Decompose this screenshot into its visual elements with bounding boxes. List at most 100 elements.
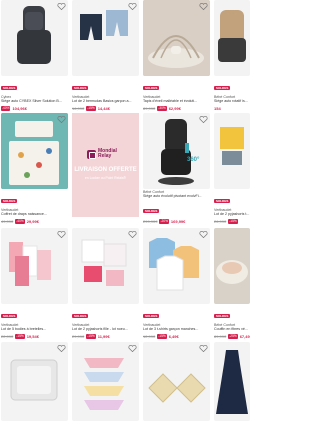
product-card[interactable]: SOLDES Vertbaudet Lot de 2 pyjashorts t.… bbox=[214, 113, 250, 225]
product-card[interactable]: SOLDES Vertbaudet Lot de 3 t-shirts garç… bbox=[143, 228, 210, 340]
product-title[interactable]: Tapis d'éveil malléable et évoluti... bbox=[143, 99, 210, 103]
product-title[interactable]: Lot de 2 bermudas Basics garçon a... bbox=[72, 99, 139, 103]
price-row: 299,90€ -20% 169,99€ bbox=[143, 219, 210, 225]
product-title[interactable]: Siège auto CYBEX Silver Solution B... bbox=[1, 99, 68, 103]
sale-price: 11,99€ bbox=[97, 333, 110, 339]
promo-headline: LIVRAISON OFFERTE bbox=[74, 167, 137, 174]
car-seat-illustration bbox=[218, 10, 246, 62]
discount-badge: -15% bbox=[157, 334, 167, 340]
product-image[interactable]: 360° bbox=[143, 113, 210, 189]
favorite-heart-icon[interactable] bbox=[128, 344, 137, 353]
discount-badge: -15% bbox=[86, 106, 96, 112]
sale-price: 14,44€ bbox=[97, 105, 110, 111]
original-price: 49,99€ bbox=[1, 218, 14, 224]
bedding-set-illustration bbox=[1, 113, 68, 189]
product-card[interactable] bbox=[72, 342, 139, 421]
pyjama-illustration bbox=[220, 127, 244, 165]
product-image[interactable] bbox=[72, 0, 139, 76]
product-card[interactable]: SOLDES Vertbaudet Coffret de draps naiss… bbox=[1, 113, 68, 225]
favorite-heart-icon[interactable] bbox=[199, 2, 208, 11]
promo-banner[interactable]: Mondial Relay LIVRAISON OFFERTE en Locke… bbox=[72, 113, 139, 217]
original-price: 12,99€ bbox=[143, 333, 156, 339]
price-row: 22,99€ -15% 19,54€ bbox=[1, 334, 68, 340]
favorite-heart-icon[interactable] bbox=[57, 344, 66, 353]
product-image[interactable] bbox=[72, 228, 139, 304]
product-image[interactable] bbox=[72, 342, 139, 421]
product-card[interactable]: SOLDES Vertbaudet Lot de 2 bermudas Basi… bbox=[72, 0, 139, 112]
favorite-heart-icon[interactable] bbox=[57, 2, 66, 11]
favorite-heart-icon[interactable] bbox=[128, 2, 137, 11]
favorite-heart-icon[interactable] bbox=[57, 115, 66, 124]
promo-subtext: en Locker ou Point Relais® bbox=[84, 176, 127, 181]
favorite-heart-icon[interactable] bbox=[199, 115, 208, 124]
discount-badge: -40% bbox=[1, 106, 11, 112]
product-image[interactable] bbox=[1, 0, 68, 76]
favorite-heart-icon[interactable] bbox=[57, 230, 66, 239]
product-card[interactable]: SOLDES Vertbaudet Lot de 2 pyjashorts fi… bbox=[72, 228, 139, 340]
discount-badge: -15% bbox=[228, 219, 238, 225]
discount-badge: -15% bbox=[86, 334, 96, 340]
product-title[interactable]: Coffret de draps naissance... bbox=[1, 212, 68, 216]
sale-price: 6,49€ bbox=[168, 333, 179, 339]
bodysuit-set-illustration bbox=[9, 242, 51, 286]
sale-badge: SOLDES bbox=[214, 314, 231, 318]
product-image[interactable] bbox=[214, 0, 250, 76]
discount-badge: -30% bbox=[157, 106, 167, 112]
favorite-heart-icon[interactable] bbox=[199, 230, 208, 239]
price-row: 12,99€ -15% 6,49€ bbox=[143, 334, 210, 340]
favorite-heart-icon[interactable] bbox=[128, 230, 137, 239]
sale-badge: SOLDES bbox=[214, 86, 231, 90]
product-image[interactable] bbox=[143, 342, 210, 421]
play-mat-illustration bbox=[143, 0, 210, 76]
product-card[interactable] bbox=[143, 342, 210, 421]
product-image[interactable] bbox=[214, 228, 250, 304]
product-image[interactable] bbox=[143, 0, 210, 76]
mondial-relay-logo: Mondial Relay bbox=[87, 149, 124, 159]
relay-box-icon bbox=[87, 149, 96, 159]
product-card[interactable]: 360° Bébé Confort Siège auto évolutif pi… bbox=[143, 113, 210, 225]
discount-badge: -40% bbox=[15, 219, 25, 225]
discount-badge: -20% bbox=[159, 219, 169, 225]
product-title[interactable]: Lot de 2 pyjashorts fille - lot noeu... bbox=[72, 327, 139, 331]
product-title[interactable]: Siège auto évolutif pivotant evolvFi... bbox=[143, 194, 210, 198]
product-title[interactable]: Siège auto rotatif isofix gr... bbox=[214, 99, 250, 103]
product-card[interactable] bbox=[1, 342, 68, 421]
original-price: 89,99€ bbox=[214, 333, 227, 339]
sale-badge: SOLDES bbox=[1, 199, 18, 203]
product-title[interactable]: Lot de 5 bodies à bretelles... bbox=[1, 327, 68, 331]
original-price: 16,99€ bbox=[72, 105, 85, 111]
product-card[interactable]: SOLDES Cybex Siège auto CYBEX Silver Sol… bbox=[1, 0, 68, 112]
product-image[interactable] bbox=[1, 342, 68, 421]
product-image[interactable] bbox=[143, 228, 210, 304]
product-card[interactable]: SOLDES Bébé Confort Couffin en fibres vé… bbox=[214, 228, 250, 340]
product-image[interactable] bbox=[1, 113, 68, 189]
product-card[interactable]: SOLDES Vertbaudet Lot de 5 bodies à bret… bbox=[1, 228, 68, 340]
product-title[interactable]: Lot de 2 pyjashorts t... bbox=[214, 212, 250, 216]
discount-badge: -25% bbox=[228, 334, 238, 340]
product-title[interactable]: Lot de 3 t-shirts garçon manches... bbox=[143, 327, 210, 331]
changing-mat-illustration bbox=[10, 359, 58, 401]
discount-badge: -15% bbox=[15, 334, 25, 340]
product-image[interactable] bbox=[214, 113, 250, 189]
product-image[interactable] bbox=[214, 342, 250, 421]
favorite-heart-icon[interactable] bbox=[199, 344, 208, 353]
sale-price: 169,99€ bbox=[170, 218, 186, 224]
rotation-360-label: 360° bbox=[187, 157, 200, 163]
product-card[interactable]: SOLDES Bébé Confort Siège auto rotatif i… bbox=[214, 0, 250, 112]
price-row: 29,99€ -15% 11,99€ bbox=[72, 334, 139, 340]
original-price: 22,99€ bbox=[1, 333, 14, 339]
product-card[interactable] bbox=[214, 342, 250, 421]
original-price: 26,99€ bbox=[214, 218, 227, 224]
price-row: 26,99€ -15% bbox=[214, 219, 250, 225]
sale-badge: SOLDES bbox=[1, 86, 18, 90]
product-image[interactable] bbox=[1, 228, 68, 304]
tshirt-set-illustration bbox=[149, 238, 199, 291]
price-row: 49,99€ -40% 29,99€ bbox=[1, 219, 68, 225]
product-card[interactable]: SOLDES Vertbaudet Tapis d'éveil malléabl… bbox=[143, 0, 210, 112]
sale-price: 29,99€ bbox=[26, 218, 39, 224]
sale-badge: SOLDES bbox=[72, 86, 89, 90]
sale-badge: SOLDES bbox=[1, 314, 18, 318]
underwear-set-illustration bbox=[84, 358, 124, 410]
product-title[interactable]: Couffin en fibres végét... bbox=[214, 327, 250, 331]
price-row: 154 bbox=[214, 106, 250, 112]
